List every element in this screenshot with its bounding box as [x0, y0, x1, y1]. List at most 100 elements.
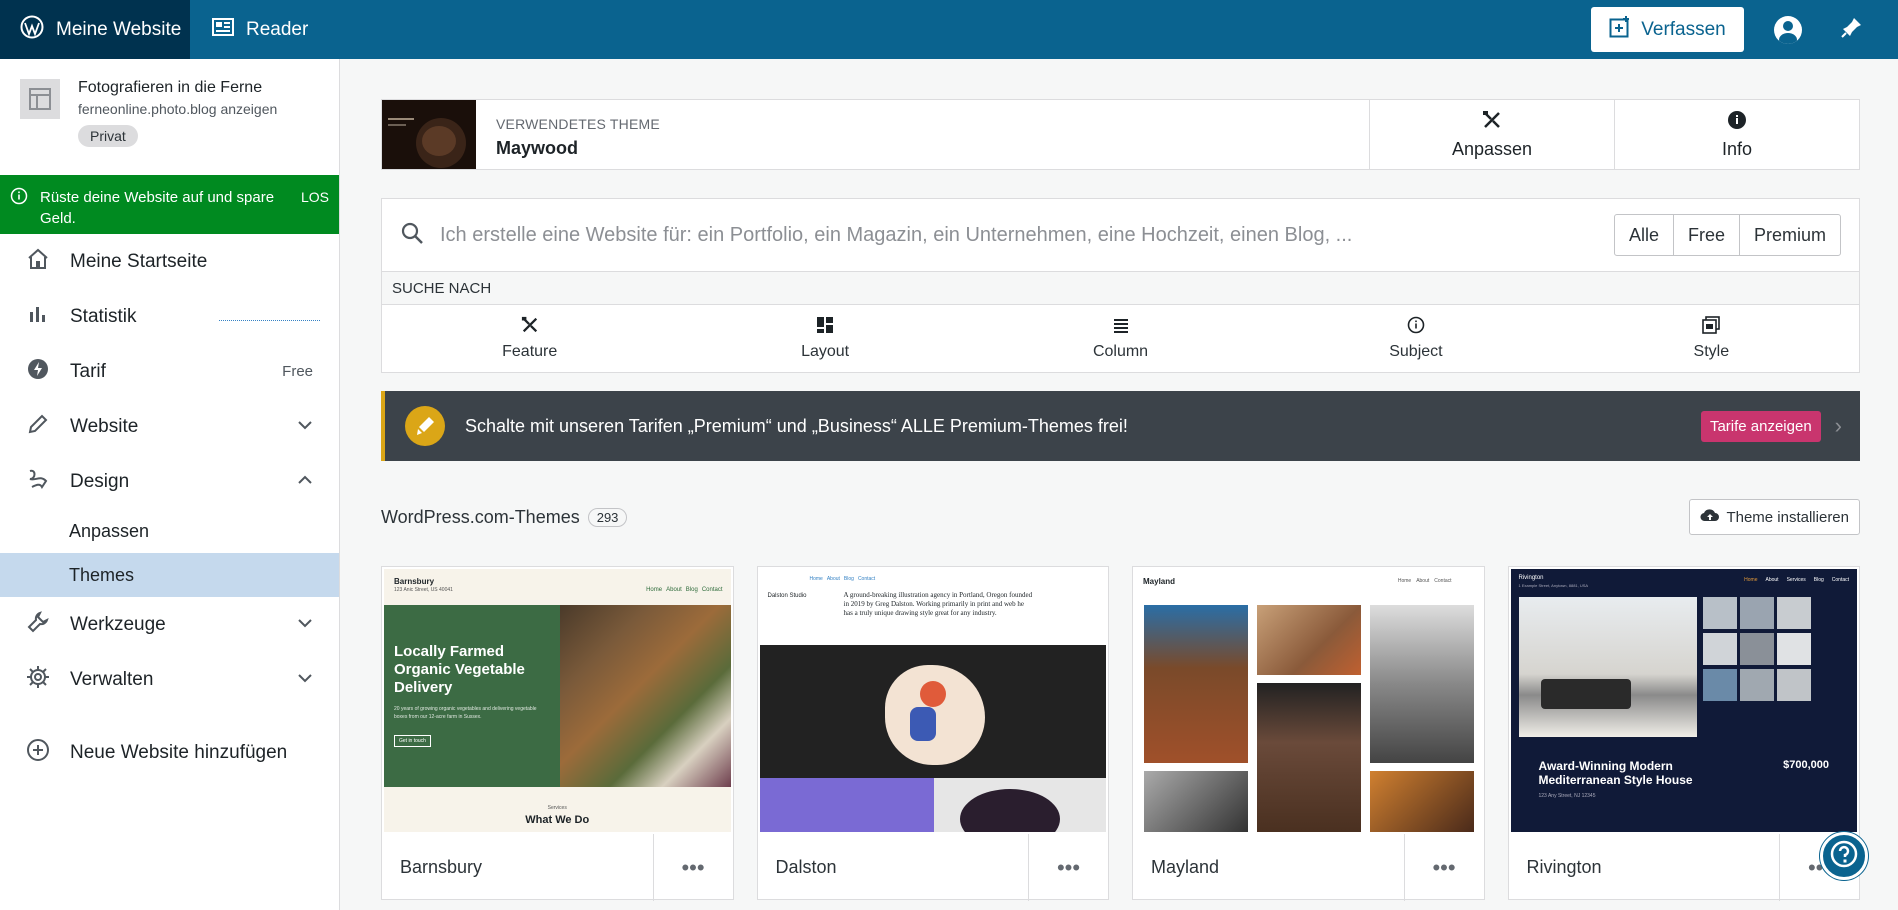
filter-label: Subject [1389, 343, 1443, 360]
shot-brand: Barnsbury [394, 577, 435, 586]
plan-badge: Free [282, 363, 313, 380]
current-theme-thumbnail[interactable] [382, 100, 476, 169]
view-plans-button[interactable]: Tarife anzeigen [1700, 410, 1821, 442]
sidebar-item-stats[interactable]: Statistik [0, 289, 339, 344]
site-title: Fotografieren in die Ferne [78, 79, 263, 96]
shot-button: Get in touch [394, 735, 431, 747]
sidebar-item-label: Tarif [70, 360, 106, 382]
filter-style[interactable]: Style [1564, 305, 1859, 372]
chevron-down-icon [297, 615, 313, 635]
tier-free-button[interactable]: Free [1672, 215, 1739, 255]
sidebar-item-plan[interactable]: Tarif Free [0, 344, 339, 399]
current-theme-name: Maywood [496, 138, 579, 158]
notifications-icon[interactable] [1840, 15, 1864, 44]
more-options-icon[interactable]: ••• [652, 834, 733, 901]
my-site-button[interactable]: Meine Website [0, 0, 190, 59]
search-icon[interactable] [400, 221, 424, 250]
sidebar-item-website[interactable]: Website [0, 399, 339, 454]
sidebar-subitem-themes[interactable]: Themes [0, 553, 339, 597]
wrench-icon [26, 610, 50, 640]
user-avatar[interactable] [1774, 15, 1802, 44]
compose-button[interactable]: Verfassen [1591, 7, 1744, 52]
chevron-up-icon [297, 472, 313, 492]
theme-screenshot[interactable]: Barnsbury 123 Anic Street, US 40041 Home… [384, 569, 731, 832]
add-new-site-button[interactable]: Neue Website hinzufügen [0, 725, 339, 780]
theme-name: Barnsbury [400, 857, 483, 877]
brush-icon [26, 467, 50, 497]
install-theme-button[interactable]: Theme installieren [1689, 499, 1860, 535]
filter-layout[interactable]: Layout [677, 305, 972, 372]
theme-search-input[interactable]: Ich erstelle eine Website für: ein Portf… [440, 224, 1614, 247]
filter-subject[interactable]: Subject [1268, 305, 1563, 372]
customize-theme-button[interactable]: Anpassen [1369, 100, 1614, 169]
themes-count-badge: 293 [587, 507, 628, 527]
filter-feature[interactable]: Feature [382, 305, 677, 372]
sidebar: Fotografieren in die Ferne ferneonline.p… [0, 59, 340, 910]
sidebar-subitem-customize[interactable]: Anpassen [0, 509, 339, 553]
gallery-icon [1702, 316, 1721, 339]
shot-price: $700,000 [1783, 759, 1829, 771]
filter-column[interactable]: Column [973, 305, 1268, 372]
shot-nav-item: About [1765, 577, 1779, 583]
customize-label: Anpassen [1451, 138, 1533, 159]
site-url-link[interactable]: ferneonline.photo.blog anzeigen [78, 101, 277, 117]
theme-card[interactable]: Rivington 1 Example Street, Anytown, 888… [1507, 566, 1860, 901]
shot-nav: Home About Blog Contact [646, 587, 722, 593]
tier-filter: Alle Free Premium [1613, 214, 1841, 256]
reader-button[interactable]: Reader [190, 17, 309, 42]
sidebar-item-design[interactable]: Design [0, 454, 339, 509]
reader-label: Reader [246, 18, 309, 40]
more-options-icon[interactable]: ••• [1403, 834, 1484, 901]
tools-icon [521, 316, 539, 339]
gear-icon [26, 665, 50, 695]
theme-search-panel: Ich erstelle eine Website für: ein Portf… [381, 198, 1860, 373]
theme-card[interactable]: Mayland Home About Contact Mayland ••• [1132, 566, 1485, 901]
sidebar-item-label: Werkzeuge [70, 613, 166, 635]
shot-services: Services [547, 805, 567, 811]
stats-sparkline [219, 320, 320, 322]
theme-screenshot[interactable]: Rivington 1 Example Street, Anytown, 888… [1510, 569, 1857, 832]
theme-card[interactable]: Home About Blog Contact Dalston Studio A… [756, 566, 1109, 901]
upgrade-go-link[interactable]: LOS [301, 187, 329, 208]
shot-nav-item: Home [809, 576, 823, 582]
upgrade-banner[interactable]: Rüste deine Website auf und spare Geld. … [0, 175, 339, 234]
info-icon [1727, 110, 1747, 135]
tier-all-button[interactable]: Alle [1615, 215, 1673, 255]
more-options-icon[interactable]: ••• [1028, 834, 1108, 901]
compose-label: Verfassen [1641, 18, 1726, 40]
theme-card[interactable]: Barnsbury 123 Anic Street, US 40041 Home… [381, 566, 734, 901]
sidebar-item-manage[interactable]: Verwalten [0, 652, 339, 707]
shot-text: 20 years of growing organic vegetables a… [394, 706, 537, 720]
theme-screenshot[interactable]: Mayland Home About Contact [1135, 569, 1482, 832]
premium-upsell-banner[interactable]: Schalte mit unseren Tarifen „Premium“ un… [381, 391, 1860, 461]
my-site-label: Meine Website [56, 18, 182, 40]
site-layout-icon [20, 79, 60, 119]
shot-address: 123 Anic Street, US 40041 [394, 587, 453, 593]
help-button[interactable] [1820, 832, 1868, 880]
sidebar-item-home[interactable]: Meine Startseite [0, 234, 339, 289]
plus-circle-icon [26, 738, 50, 768]
list-icon [1112, 316, 1130, 339]
tier-premium-button[interactable]: Premium [1738, 215, 1840, 255]
brush-icon [405, 406, 445, 446]
tools-icon [1482, 110, 1502, 135]
theme-info-button[interactable]: Info [1614, 100, 1859, 169]
site-card[interactable]: Fotografieren in die Ferne ferneonline.p… [0, 59, 339, 175]
wordpress-logo-icon [20, 15, 44, 45]
home-icon [26, 247, 50, 277]
shot-nav-item: Contact [1831, 577, 1849, 583]
sidebar-item-label: Website [70, 415, 139, 437]
search-for-label: SUCHE NACH [382, 271, 1859, 305]
stats-icon [26, 302, 50, 332]
chevron-down-icon [297, 670, 313, 690]
info-label: Info [1721, 138, 1753, 159]
theme-screenshot[interactable]: Home About Blog Contact Dalston Studio A… [759, 569, 1106, 832]
upgrade-text: Rüste deine Website auf und spare Geld. [40, 189, 275, 227]
shot-nav-item: Services [1786, 577, 1806, 583]
sidebar-item-tools[interactable]: Werkzeuge [0, 597, 339, 652]
sidebar-item-label: Meine Startseite [70, 250, 208, 272]
shot-heading: Locally Farmed Organic Vegetable Deliver… [394, 643, 525, 696]
private-badge: Privat [78, 125, 138, 147]
sidebar-item-label: Verwalten [70, 668, 154, 690]
shot-nav: Home About Blog Contact [810, 576, 876, 582]
